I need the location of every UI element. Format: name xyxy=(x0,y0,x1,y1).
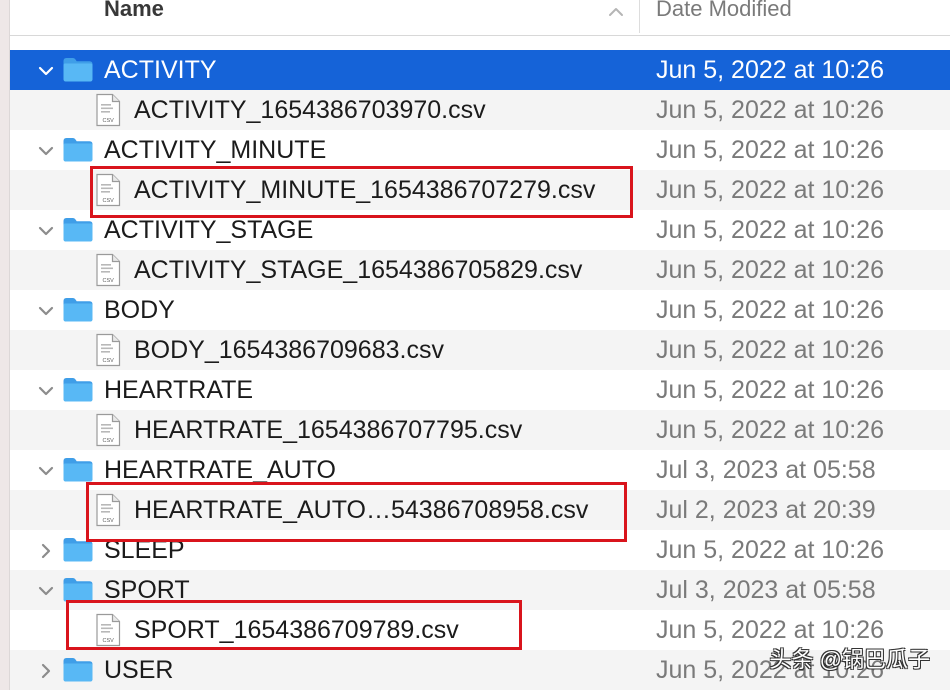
name-column-header[interactable]: Name xyxy=(104,0,164,22)
chevron-down-icon[interactable] xyxy=(37,582,55,600)
file-name[interactable]: ACTIVITY_MINUTE_1654386707279.csv xyxy=(134,174,595,206)
csv-file-icon: CSV xyxy=(96,253,121,287)
file-name[interactable]: HEARTRATE_1654386707795.csv xyxy=(134,414,522,446)
date-modified: Jun 5, 2022 at 10:26 xyxy=(656,96,884,124)
csv-file-icon: CSV xyxy=(96,333,121,367)
folder-name[interactable]: ACTIVITY xyxy=(104,54,217,86)
column-divider[interactable] xyxy=(639,0,640,33)
folder-row[interactable]: SLEEP Jun 5, 2022 at 10:26 xyxy=(10,530,950,570)
folder-icon xyxy=(63,378,93,402)
chevron-down-icon[interactable] xyxy=(37,62,55,80)
csv-file-icon: CSV xyxy=(96,613,121,647)
file-row[interactable]: CSV ACTIVITY_1654386703970.csv Jun 5, 2022… xyxy=(10,90,950,130)
date-modified: Jul 2, 2023 at 20:39 xyxy=(656,496,876,524)
chevron-down-icon[interactable] xyxy=(37,222,55,240)
folder-icon xyxy=(63,538,93,562)
folder-row[interactable]: ACTIVITY Jun 5, 2022 at 10:26 xyxy=(10,50,950,90)
window-left-edge xyxy=(0,0,10,690)
file-name[interactable]: BODY_1654386709683.csv xyxy=(134,334,444,366)
date-modified: Jun 5, 2022 at 10:26 xyxy=(656,56,884,84)
svg-text:CSV: CSV xyxy=(103,438,115,444)
folder-icon xyxy=(63,218,93,242)
date-modified: Jun 5, 2022 at 10:26 xyxy=(656,536,884,564)
folder-name[interactable]: SPORT xyxy=(104,574,190,606)
date-modified: Jun 5, 2022 at 10:26 xyxy=(656,136,884,164)
folder-row[interactable]: SPORT Jul 3, 2023 at 05:58 xyxy=(10,570,950,610)
file-name[interactable]: ACTIVITY_STAGE_1654386705829.csv xyxy=(134,254,582,286)
folder-name[interactable]: BODY xyxy=(104,294,175,326)
chevron-right-icon[interactable] xyxy=(37,662,55,680)
folder-icon xyxy=(63,578,93,602)
watermark: 头条 @锅巴瓜子 xyxy=(769,647,930,672)
date-modified: Jun 5, 2022 at 10:26 xyxy=(656,336,884,364)
date-modified: Jul 3, 2023 at 05:58 xyxy=(656,456,876,484)
folder-name[interactable]: HEARTRATE xyxy=(104,374,253,406)
date-modified: Jun 5, 2022 at 10:26 xyxy=(656,296,884,324)
svg-text:CSV: CSV xyxy=(103,358,115,364)
svg-text:CSV: CSV xyxy=(103,518,115,524)
folder-icon xyxy=(63,658,93,682)
svg-text:CSV: CSV xyxy=(103,638,115,644)
file-row[interactable]: CSV HEARTRATE_AUTO…54386708958.csv Jul 2, … xyxy=(10,490,950,530)
file-row[interactable]: CSV BODY_1654386709683.csv Jun 5, 2022 at … xyxy=(10,330,950,370)
file-row[interactable]: CSV ACTIVITY_STAGE_1654386705829.csv Jun 5… xyxy=(10,250,950,290)
folder-row[interactable]: BODY Jun 5, 2022 at 10:26 xyxy=(10,290,950,330)
file-row[interactable]: CSV ACTIVITY_MINUTE_1654386707279.csv Jun … xyxy=(10,170,950,210)
date-modified: Jun 5, 2022 at 10:26 xyxy=(656,216,884,244)
folder-row[interactable]: HEARTRATE_AUTO Jul 3, 2023 at 05:58 xyxy=(10,450,950,490)
chevron-up-icon[interactable] xyxy=(607,6,625,18)
csv-file-icon: CSV xyxy=(96,173,121,207)
file-name[interactable]: SPORT_1654386709789.csv xyxy=(134,614,459,646)
folder-name[interactable]: ACTIVITY_STAGE xyxy=(104,214,313,246)
svg-text:CSV: CSV xyxy=(103,198,115,204)
file-name[interactable]: HEARTRATE_AUTO…54386708958.csv xyxy=(134,494,588,526)
folder-icon xyxy=(63,458,93,482)
svg-text:CSV: CSV xyxy=(103,278,115,284)
csv-file-icon: CSV xyxy=(96,413,121,447)
file-row[interactable]: CSV HEARTRATE_1654386707795.csv Jun 5, 202… xyxy=(10,410,950,450)
folder-row[interactable]: HEARTRATE Jun 5, 2022 at 10:26 xyxy=(10,370,950,410)
folder-name[interactable]: ACTIVITY_MINUTE xyxy=(104,134,326,166)
date-modified: Jun 5, 2022 at 10:26 xyxy=(656,256,884,284)
file-name[interactable]: ACTIVITY_1654386703970.csv xyxy=(134,94,486,126)
file-list: ACTIVITY Jun 5, 2022 at 10:26 CSV ACTIVITY_… xyxy=(10,50,950,690)
csv-file-icon: CSV xyxy=(96,93,121,127)
chevron-down-icon[interactable] xyxy=(37,382,55,400)
finder-list-view: Name Date Modified ACTIVITY Jun 5, 2022 a… xyxy=(10,0,950,690)
folder-row[interactable]: ACTIVITY_MINUTE Jun 5, 2022 at 10:26 xyxy=(10,130,950,170)
folder-name[interactable]: HEARTRATE_AUTO xyxy=(104,454,336,486)
folder-row[interactable]: ACTIVITY_STAGE Jun 5, 2022 at 10:26 xyxy=(10,210,950,250)
chevron-down-icon[interactable] xyxy=(37,462,55,480)
chevron-down-icon[interactable] xyxy=(37,142,55,160)
svg-text:CSV: CSV xyxy=(103,118,115,124)
chevron-right-icon[interactable] xyxy=(37,542,55,560)
folder-name[interactable]: SLEEP xyxy=(104,534,185,566)
date-modified: Jul 3, 2023 at 05:58 xyxy=(656,576,876,604)
date-modified: Jun 5, 2022 at 10:26 xyxy=(656,376,884,404)
csv-file-icon: CSV xyxy=(96,493,121,527)
folder-icon xyxy=(63,298,93,322)
chevron-down-icon[interactable] xyxy=(37,302,55,320)
date-modified: Jun 5, 2022 at 10:26 xyxy=(656,176,884,204)
folder-icon xyxy=(63,58,93,82)
column-header: Name Date Modified xyxy=(10,0,950,36)
folder-icon xyxy=(63,138,93,162)
date-modified-column-header[interactable]: Date Modified xyxy=(656,0,792,22)
folder-name[interactable]: USER xyxy=(104,654,173,686)
date-modified: Jun 5, 2022 at 10:26 xyxy=(656,416,884,444)
